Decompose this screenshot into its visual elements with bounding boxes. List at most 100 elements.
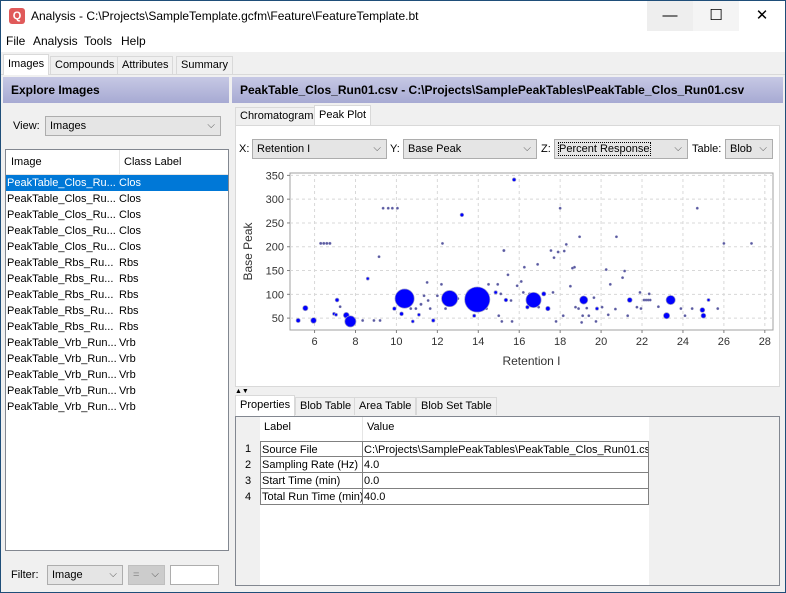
image-name: PeakTable_Clos_Ru... (7, 193, 116, 205)
data-point (562, 249, 566, 253)
image-name: PeakTable_Vrb_Run... (7, 369, 117, 381)
data-point (472, 313, 477, 318)
chevron-down-icon: ⌵ (523, 143, 531, 154)
image-name: PeakTable_Clos_Ru... (7, 241, 116, 253)
y-tick-label: 300 (266, 194, 284, 206)
menu-help[interactable]: Help (121, 34, 146, 48)
y-axis-select[interactable]: Base Peak ⌵ (403, 139, 537, 159)
list-item[interactable]: PeakTable_Clos_Ru... Clos (6, 207, 228, 223)
data-point (459, 212, 465, 218)
z-axis-select-value: Percent Response (558, 142, 651, 156)
list-item[interactable]: PeakTable_Vrb_Run... Vrb (6, 399, 228, 415)
image-name: PeakTable_Rbs_Ru... (7, 305, 114, 317)
close-button[interactable]: ✕ (739, 1, 785, 31)
filter-value-input[interactable] (170, 565, 219, 585)
x-axis-select[interactable]: Retention I ⌵ (252, 139, 387, 159)
minimize-button[interactable]: — (647, 1, 693, 31)
list-item[interactable]: PeakTable_Vrb_Run... Vrb (6, 383, 228, 399)
data-point (626, 297, 633, 303)
property-row[interactable]: 2 Sampling Rate (Hz) 4.0 (236, 457, 649, 473)
data-point (417, 312, 421, 317)
x-tick-label: 12 (431, 336, 443, 348)
data-point (496, 282, 500, 286)
tab-area-table[interactable]: Area Table (354, 397, 417, 415)
list-item[interactable]: PeakTable_Rbs_Ru... Rbs (6, 287, 228, 303)
menu-tools[interactable]: Tools (84, 34, 112, 48)
tab-attributes[interactable]: Attributes (117, 56, 174, 74)
tab-properties[interactable]: Properties (235, 395, 296, 416)
list-item[interactable]: PeakTable_Clos_Ru... Clos (6, 239, 228, 255)
data-point (493, 290, 498, 295)
splitter-arrows-icon[interactable]: ▲▼ (235, 388, 249, 395)
x-tick-label: 22 (636, 336, 648, 348)
x-axis-title: Retention I (502, 354, 560, 368)
class-label: Vrb (119, 401, 136, 413)
main-tabs: Images Compounds Attributes Summary (1, 54, 785, 75)
tab-summary[interactable]: Summary (176, 56, 234, 74)
column-header-label[interactable]: Label (264, 421, 291, 433)
data-point (552, 256, 556, 260)
menu-file[interactable]: File (6, 34, 25, 48)
tab-blob-set-table[interactable]: Blob Set Table (416, 397, 497, 415)
column-header-image[interactable]: Image (11, 156, 42, 168)
y-axis-select-value: Base Peak (408, 143, 462, 155)
chevron-down-icon: ⌵ (759, 143, 767, 154)
header-separator (362, 417, 363, 441)
image-name: PeakTable_Clos_Ru... (7, 177, 116, 189)
x-tick-label: 20 (595, 336, 607, 348)
data-point (377, 255, 381, 259)
column-header-value[interactable]: Value (367, 421, 394, 433)
tab-compounds[interactable]: Compounds (50, 56, 120, 74)
image-name: PeakTable_Vrb_Run... (7, 353, 117, 365)
menu-analysis[interactable]: Analysis (33, 34, 78, 48)
data-point (428, 307, 432, 311)
list-item[interactable]: PeakTable_Rbs_Ru... Rbs (6, 271, 228, 287)
table-select-value: Blob (730, 143, 753, 155)
data-point (564, 242, 568, 246)
properties-table: Label Value 1 Source File C:\Projects\Samp… (236, 417, 649, 585)
data-point (390, 206, 394, 210)
list-item[interactable]: PeakTable_Clos_Ru... Clos (6, 191, 228, 207)
data-point (410, 319, 415, 324)
x-axis-select-value: Retention I (257, 143, 311, 155)
table-select[interactable]: Blob ⌵ (725, 139, 773, 159)
data-point (700, 312, 707, 319)
data-point (502, 248, 506, 253)
list-item[interactable]: PeakTable_Vrb_Run... Vrb (6, 335, 228, 351)
tab-blob-table[interactable]: Blob Table (295, 397, 357, 415)
data-point (506, 273, 510, 277)
column-header-class-label[interactable]: Class Label (124, 156, 181, 168)
data-point (497, 314, 501, 318)
tab-chromatogram[interactable]: Chromatogram (235, 107, 319, 125)
list-item[interactable]: PeakTable_Rbs_Ru... Rbs (6, 319, 228, 335)
data-point (716, 307, 720, 311)
data-point (683, 314, 687, 318)
table-label: Table: (692, 143, 722, 155)
tab-peak-plot[interactable]: Peak Plot (314, 105, 372, 126)
z-axis-select[interactable]: Percent Response ⌵ (554, 139, 688, 159)
property-row[interactable]: 1 Source File C:\Projects\SamplePeakTables… (236, 441, 649, 457)
x-tick-label: 24 (677, 336, 689, 348)
list-item[interactable]: PeakTable_Vrb_Run... Vrb (6, 367, 228, 383)
data-point (556, 250, 560, 254)
panel-title: Explore Images (3, 77, 229, 103)
view-select[interactable]: Images ⌵ (45, 116, 221, 136)
list-item[interactable]: PeakTable_Vrb_Run... Vrb (6, 351, 228, 367)
list-item[interactable]: PeakTable_Clos_Ru... Clos (6, 223, 228, 239)
list-item[interactable]: PeakTable_Rbs_Ru... Rbs (6, 303, 228, 319)
class-label: Rbs (119, 321, 139, 333)
property-row[interactable]: 4 Total Run Time (min) 40.0 (236, 489, 649, 505)
images-list[interactable]: Image Class Label PeakTable_Clos_Ru... Cl… (5, 149, 229, 551)
data-point (549, 249, 553, 252)
tab-images[interactable]: Images (3, 54, 50, 75)
list-item[interactable]: PeakTable_Rbs_Ru... Rbs (6, 255, 228, 271)
x-tick-label: 14 (472, 336, 484, 348)
image-name: PeakTable_Rbs_Ru... (7, 289, 114, 301)
data-point (545, 306, 551, 312)
filter-field-select[interactable]: Image ⌵ (47, 565, 123, 585)
list-item[interactable]: PeakTable_Clos_Ru... Clos (6, 175, 228, 191)
maximize-button[interactable]: ☐ (693, 1, 739, 31)
data-point (419, 302, 423, 306)
property-row[interactable]: 3 Start Time (min) 0.0 (236, 473, 649, 489)
filter-operator-select[interactable]: = ⌵ (128, 565, 165, 585)
